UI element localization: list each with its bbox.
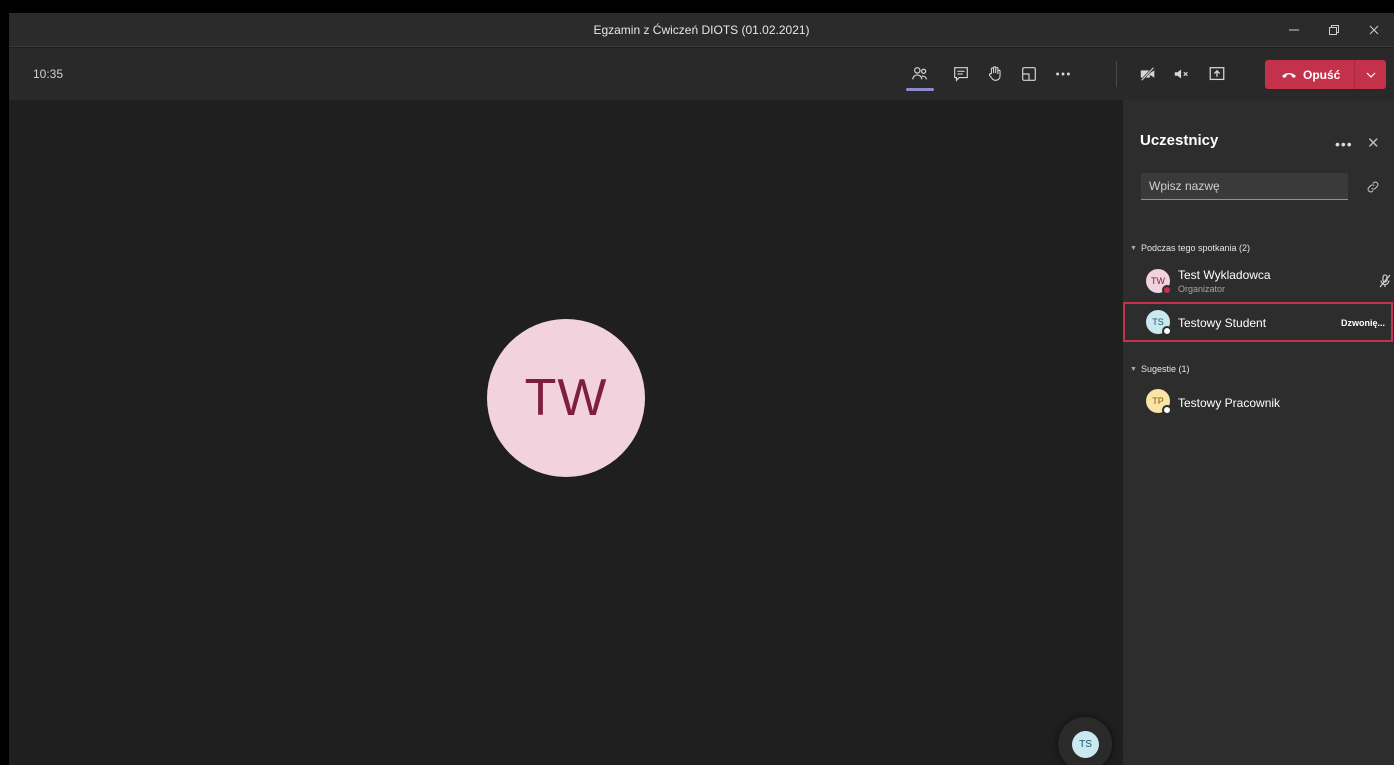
participant-name: Testowy Student [1178,316,1267,330]
participants-button[interactable] [908,62,932,86]
window-controls [1274,13,1394,47]
meeting-toolbar: 10:35 Opuść [9,48,1394,100]
share-screen-button[interactable] [1205,62,1229,86]
leave-label: Opuść [1303,67,1341,82]
hang-up-icon [1282,72,1296,78]
collapse-triangle-icon: ▼ [1130,244,1137,252]
meeting-timer: 10:35 [33,67,64,81]
teams-meeting-window: Egzamin z Ćwiczeń DIOTS (01.02.2021) 10:… [9,13,1394,765]
share-link-icon[interactable] [1366,180,1380,194]
leave-button-group: Opuść [1265,60,1386,89]
suggestion-row[interactable]: TP Testowy Pracownik [1123,380,1394,420]
in-meeting-section-header[interactable]: ▼ Podczas tego spotkania (2) [1130,243,1250,253]
mic-toggle-button[interactable] [1170,62,1194,86]
more-actions-button[interactable] [1051,62,1075,86]
participants-icon [912,67,927,80]
presence-offline-indicator [1162,405,1172,415]
panel-close-icon[interactable]: ✕ [1367,134,1380,152]
leave-button[interactable]: Opuść [1265,60,1354,89]
camera-off-icon [1140,66,1155,82]
panel-title: Uczestnicy [1140,132,1219,149]
participants-panel: Uczestnicy ••• ✕ ▼ Podczas tego spotkani… [1123,100,1394,765]
in-meeting-section-label: Podczas tego spotkania (2) [1140,243,1251,253]
main-participant-avatar: TW [487,319,645,477]
more-icon [1056,72,1070,76]
participant-search-input[interactable] [1141,173,1348,200]
suggestions-section-label: Sugestie (1) [1140,364,1190,374]
mic-off-icon [1379,274,1391,288]
restore-icon [1329,25,1339,35]
leave-options-button[interactable] [1355,60,1386,89]
minimize-icon [1289,29,1299,31]
participant-role: Organizator [1178,284,1226,294]
maximize-button[interactable] [1314,13,1354,47]
rooms-icon [1022,67,1036,81]
chat-icon [954,67,968,82]
title-bar: Egzamin z Ćwiczeń DIOTS (01.02.2021) [9,13,1394,47]
raise-hand-button[interactable] [983,62,1007,86]
mic-muted-icon [1174,69,1188,79]
participant-name: Test Wykladowca [1178,268,1271,282]
participant-row[interactable]: TW Test Wykladowca Organizator [1123,259,1394,299]
participant-row-selected[interactable]: TS Testowy Student Dzwonię... [1123,302,1393,342]
meeting-stage: TW TS [9,100,1123,765]
chat-button[interactable] [949,62,973,86]
calling-status: Dzwonię... [1340,318,1385,328]
presence-offline-indicator [1162,326,1172,336]
collapse-triangle-icon: ▼ [1130,365,1137,373]
share-screen-icon [1209,67,1225,81]
self-avatar[interactable]: TS [1072,731,1099,758]
participants-active-indicator [906,88,934,91]
chevron-down-icon [1366,72,1375,78]
panel-more-icon[interactable]: ••• [1335,136,1353,152]
participant-name: Testowy Pracownik [1178,396,1281,410]
rooms-button[interactable] [1017,62,1041,86]
close-icon [1369,25,1379,35]
presence-busy-indicator [1162,285,1172,295]
raise-hand-icon [988,66,1001,81]
camera-toggle-button[interactable] [1136,62,1160,86]
minimize-button[interactable] [1274,13,1314,47]
window-title: Egzamin z Ćwiczeń DIOTS (01.02.2021) [593,23,810,37]
close-window-button[interactable] [1354,13,1394,47]
toolbar-separator [1116,61,1117,87]
suggestions-section-header[interactable]: ▼ Sugestie (1) [1130,364,1189,374]
